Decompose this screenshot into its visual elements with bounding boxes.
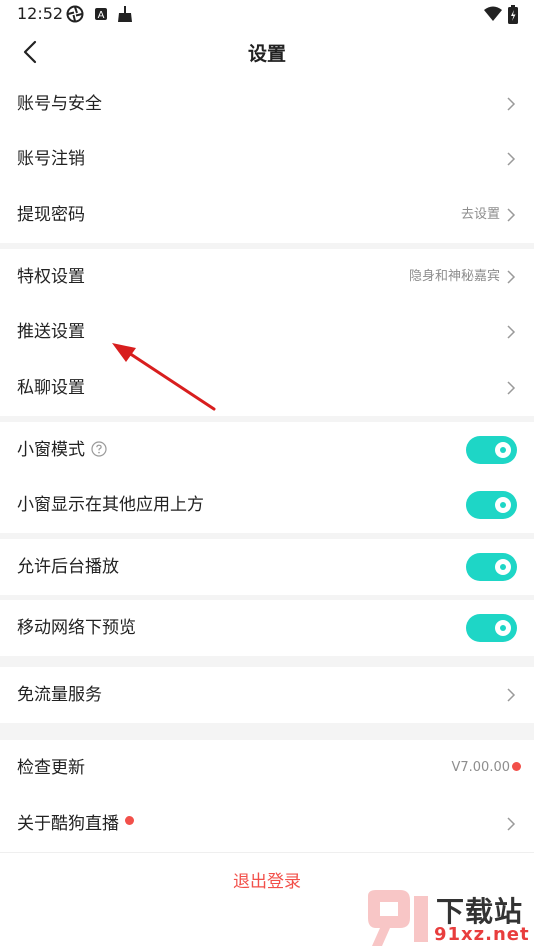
version-text: V7.00.00: [451, 760, 510, 775]
row-label: 允许后台播放: [17, 557, 119, 577]
row-hint: 隐身和神秘嘉宾: [408, 269, 500, 284]
toggle-knob: [495, 497, 511, 513]
row-label: 提现密码: [17, 205, 85, 225]
row-background-play: 允许后台播放: [0, 539, 534, 595]
chevron-right-icon: [507, 325, 516, 339]
row-private-chat-settings[interactable]: 私聊设置: [0, 360, 534, 416]
keyboard-a-icon: A: [95, 8, 107, 21]
broom-icon: [118, 6, 132, 22]
chevron-right-icon: [507, 381, 516, 395]
chevron-right-icon: [507, 817, 516, 831]
row-label: 检查更新: [17, 758, 85, 778]
row-privilege-settings[interactable]: 特权设置 隐身和神秘嘉宾: [0, 249, 534, 305]
update-dot: [512, 762, 521, 771]
chevron-right-icon: [507, 270, 516, 284]
row-label: 账号与安全: [17, 94, 102, 114]
mini-window-toggle[interactable]: [466, 436, 517, 464]
row-overlay: 小窗显示在其他应用上方: [0, 477, 534, 533]
help-circle-icon[interactable]: [91, 441, 107, 457]
row-label: 小窗模式: [17, 440, 85, 460]
mobile-preview-toggle[interactable]: [466, 614, 517, 642]
annotation-arrow: [112, 343, 216, 411]
toggle-knob: [495, 442, 511, 458]
wifi-icon: [484, 6, 502, 21]
status-bar: 12:52 A: [0, 0, 534, 30]
status-time: 12:52: [17, 4, 64, 23]
row-mini-window: 小窗模式: [0, 422, 534, 478]
row-label: 关于酷狗直播: [17, 814, 119, 834]
row-label: 小窗显示在其他应用上方: [17, 495, 204, 515]
toggle-knob: [495, 559, 511, 575]
row-push-settings[interactable]: 推送设置: [0, 304, 534, 360]
page-title: 设置: [247, 43, 286, 65]
svg-text:A: A: [98, 10, 105, 21]
aperture-icon: [66, 5, 84, 23]
row-account-security[interactable]: 账号与安全: [0, 76, 534, 132]
background-play-toggle[interactable]: [466, 553, 517, 581]
row-hint: 去设置: [460, 207, 500, 222]
about-dot: [125, 816, 134, 825]
row-label: 私聊设置: [17, 378, 85, 398]
overlay-toggle[interactable]: [466, 491, 517, 519]
row-mobile-preview: 移动网络下预览: [0, 600, 534, 656]
header: 设置: [0, 30, 534, 76]
row-check-update[interactable]: 检查更新 V7.00.00: [0, 740, 534, 796]
row-label: 移动网络下预览: [17, 618, 136, 638]
watermark-bottom-text: 91xz.net: [434, 924, 530, 945]
row-account-cancel[interactable]: 账号注销: [0, 131, 534, 187]
chevron-right-icon: [507, 97, 516, 111]
row-label: 免流量服务: [17, 685, 102, 705]
toggle-knob: [495, 620, 511, 636]
battery-charging-icon: [508, 5, 518, 24]
row-label: 推送设置: [17, 322, 85, 342]
row-free-data[interactable]: 免流量服务: [0, 667, 534, 723]
chevron-right-icon: [507, 208, 516, 222]
row-label: 账号注销: [17, 149, 85, 169]
row-about[interactable]: 关于酷狗直播: [0, 796, 534, 852]
row-label: 特权设置: [17, 267, 85, 287]
row-withdraw-password[interactable]: 提现密码 去设置: [0, 187, 534, 243]
section-divider: [0, 723, 534, 740]
section-divider: [0, 656, 534, 667]
chevron-right-icon: [507, 688, 516, 702]
chevron-right-icon: [507, 152, 516, 166]
